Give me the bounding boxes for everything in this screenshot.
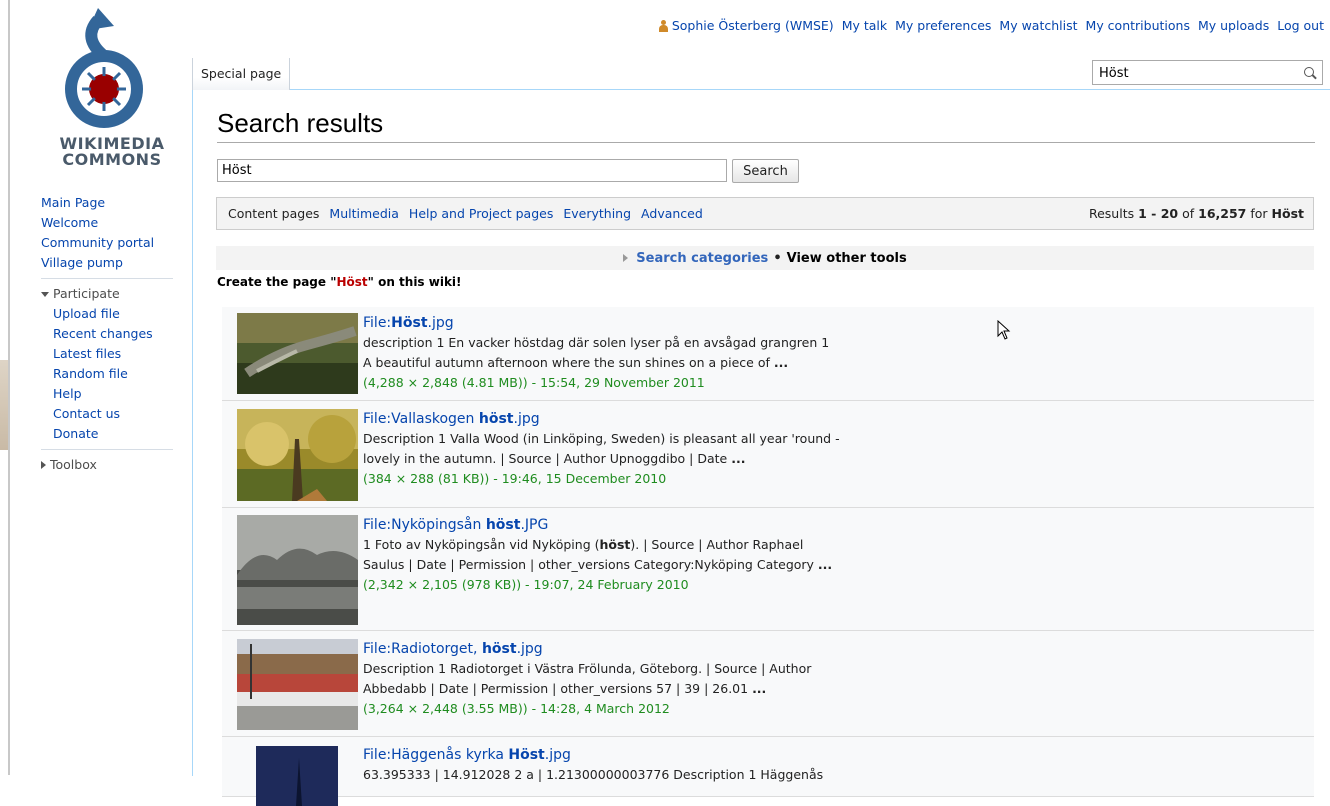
profile-content-pages[interactable]: Content pages bbox=[228, 206, 319, 221]
sidebar: Main Page Welcome Community portal Villa… bbox=[41, 193, 191, 475]
my-watchlist-link[interactable]: My watchlist bbox=[999, 18, 1077, 33]
window-edge bbox=[0, 0, 12, 775]
results-for: for bbox=[1250, 206, 1268, 221]
result-meta: (2,342 × 2,105 (978 KB)) - 19:07, 24 Feb… bbox=[363, 577, 689, 592]
results-of: of bbox=[1182, 206, 1195, 221]
chevron-right-icon bbox=[41, 461, 46, 469]
sidebar-item-main-page[interactable]: Main Page bbox=[41, 193, 191, 213]
profile-help-project-pages[interactable]: Help and Project pages bbox=[409, 206, 553, 221]
user-menu[interactable]: Sophie Österberg (WMSE) bbox=[658, 18, 834, 33]
header-search bbox=[1092, 60, 1323, 86]
username-link[interactable]: Sophie Österberg (WMSE) bbox=[672, 18, 834, 33]
my-talk-link[interactable]: My talk bbox=[842, 18, 887, 33]
create-page-link[interactable]: Höst bbox=[336, 275, 367, 289]
chevron-down-icon bbox=[41, 291, 49, 297]
result-snippet: description 1 En vacker höstdag där sole… bbox=[363, 335, 830, 350]
profile-advanced[interactable]: Advanced bbox=[641, 206, 703, 221]
search-categories-link[interactable]: Search categories bbox=[636, 251, 768, 266]
result-snippet: Abbedabb | Date | Permission | other_ver… bbox=[363, 681, 767, 696]
results-prefix: Results bbox=[1088, 206, 1135, 221]
page-title: Search results bbox=[217, 108, 384, 138]
result-thumbnail[interactable] bbox=[237, 515, 358, 625]
sidebar-item-latest-files[interactable]: Latest files bbox=[53, 344, 191, 364]
tab-special-page[interactable]: Special page bbox=[192, 58, 291, 90]
sidebar-item-help[interactable]: Help bbox=[53, 384, 191, 404]
result-snippet: Description 1 Radiotorget i Västra Frölu… bbox=[363, 661, 812, 676]
my-preferences-link[interactable]: My preferences bbox=[895, 18, 991, 33]
result-title-link[interactable]: File:Radiotorget, höst.jpg bbox=[363, 641, 543, 657]
logo-line-2: COMMONS bbox=[62, 150, 162, 169]
toolbox-toggle[interactable]: Toolbox bbox=[41, 455, 191, 475]
logo-wordmark: WIKIMEDIA COMMONS bbox=[42, 136, 182, 168]
results-total: 16,257 bbox=[1198, 206, 1247, 221]
result-item: File:Nyköpingsån höst.JPG 1 Foto av Nykö… bbox=[222, 508, 1314, 631]
result-item: File:Vallaskogen höst.jpg Description 1 … bbox=[222, 401, 1314, 508]
logo-icon bbox=[65, 8, 143, 128]
toolbox-label: Toolbox bbox=[50, 457, 97, 472]
result-snippet: 1 Foto av Nyköpingsån vid Nyköping (höst… bbox=[363, 537, 804, 552]
participate-toggle[interactable]: Participate bbox=[41, 284, 191, 304]
view-other-tools-link[interactable]: View other tools bbox=[787, 251, 907, 266]
result-thumbnail[interactable] bbox=[237, 313, 358, 394]
create-prefix: Create the page " bbox=[217, 275, 337, 289]
result-title-link[interactable]: File:Nyköpingsån höst.JPG bbox=[363, 517, 548, 533]
tab-label: Special page bbox=[201, 66, 282, 81]
result-item: File:Radiotorget, höst.jpg Description 1… bbox=[222, 631, 1314, 737]
my-contributions-link[interactable]: My contributions bbox=[1086, 18, 1190, 33]
sidebar-item-donate[interactable]: Donate bbox=[53, 424, 191, 444]
result-snippet: Saulus | Date | Permission | other_versi… bbox=[363, 557, 833, 572]
result-title-link[interactable]: File:Vallaskogen höst.jpg bbox=[363, 411, 540, 427]
sidebar-item-welcome[interactable]: Welcome bbox=[41, 213, 191, 233]
result-meta: (4,288 × 2,848 (4.81 MB)) - 15:54, 29 No… bbox=[363, 375, 705, 390]
result-snippet: A beautiful autumn afternoon where the s… bbox=[363, 355, 789, 370]
sidebar-item-upload-file[interactable]: Upload file bbox=[53, 304, 191, 324]
sidebar-item-contact-us[interactable]: Contact us bbox=[53, 404, 191, 424]
mouse-cursor-icon bbox=[997, 320, 1011, 340]
sidebar-item-community-portal[interactable]: Community portal bbox=[41, 233, 191, 253]
result-item: File:Höst.jpg description 1 En vacker hö… bbox=[222, 307, 1314, 401]
results-query: Höst bbox=[1271, 206, 1304, 221]
search-icon[interactable] bbox=[1304, 67, 1314, 77]
result-snippet: lovely in the autumn. | Source | Author … bbox=[363, 451, 746, 466]
search-button[interactable]: Search bbox=[732, 159, 799, 183]
search-profile-bar: Content pages Multimedia Help and Projec… bbox=[216, 197, 1314, 230]
sidebar-item-recent-changes[interactable]: Recent changes bbox=[53, 324, 191, 344]
result-item: File:Häggenås kyrka Höst.jpg 63.395333 |… bbox=[222, 737, 1314, 806]
result-meta: (3,264 × 2,448 (3.55 MB)) - 14:28, 4 Mar… bbox=[363, 701, 670, 716]
participate-label: Participate bbox=[53, 286, 120, 301]
log-out-link[interactable]: Log out bbox=[1277, 18, 1324, 33]
result-snippet: Description 1 Valla Wood (in Linköping, … bbox=[363, 431, 840, 446]
result-snippet: 63.395333 | 14.912028 2 a | 1.2130000000… bbox=[363, 767, 824, 782]
result-title-link[interactable]: File:Häggenås kyrka Höst.jpg bbox=[363, 747, 571, 763]
sidebar-item-village-pump[interactable]: Village pump bbox=[41, 253, 191, 273]
result-thumbnail[interactable] bbox=[256, 746, 338, 806]
my-uploads-link[interactable]: My uploads bbox=[1198, 18, 1269, 33]
results-range: 1 - 20 bbox=[1138, 206, 1179, 221]
sidebar-divider bbox=[41, 449, 173, 450]
personal-tools: Sophie Österberg (WMSE) My talk My prefe… bbox=[658, 18, 1324, 33]
results-count: Results 1 - 20 of 16,257 for Höst bbox=[1089, 206, 1313, 221]
search-input[interactable] bbox=[217, 159, 727, 182]
header-search-input[interactable] bbox=[1093, 61, 1305, 86]
user-icon bbox=[658, 19, 668, 32]
create-suffix: " on this wiki! bbox=[367, 275, 462, 289]
result-meta: (384 × 288 (81 KB)) - 19:46, 15 December… bbox=[363, 471, 667, 486]
title-divider bbox=[217, 142, 1315, 143]
result-thumbnail[interactable] bbox=[237, 639, 358, 730]
tools-bar: Search categories • View other tools bbox=[216, 246, 1314, 270]
tools-separator: • bbox=[773, 250, 782, 266]
sidebar-item-random-file[interactable]: Random file bbox=[53, 364, 191, 384]
results-list: File:Höst.jpg description 1 En vacker hö… bbox=[222, 307, 1314, 806]
sidebar-divider bbox=[41, 278, 173, 279]
profile-multimedia[interactable]: Multimedia bbox=[329, 206, 399, 221]
expand-arrow-icon bbox=[623, 254, 629, 262]
result-thumbnail[interactable] bbox=[237, 409, 358, 501]
profile-everything[interactable]: Everything bbox=[563, 206, 631, 221]
create-page-line: Create the page "Höst" on this wiki! bbox=[217, 275, 462, 289]
result-title-link[interactable]: File:Höst.jpg bbox=[363, 315, 454, 331]
